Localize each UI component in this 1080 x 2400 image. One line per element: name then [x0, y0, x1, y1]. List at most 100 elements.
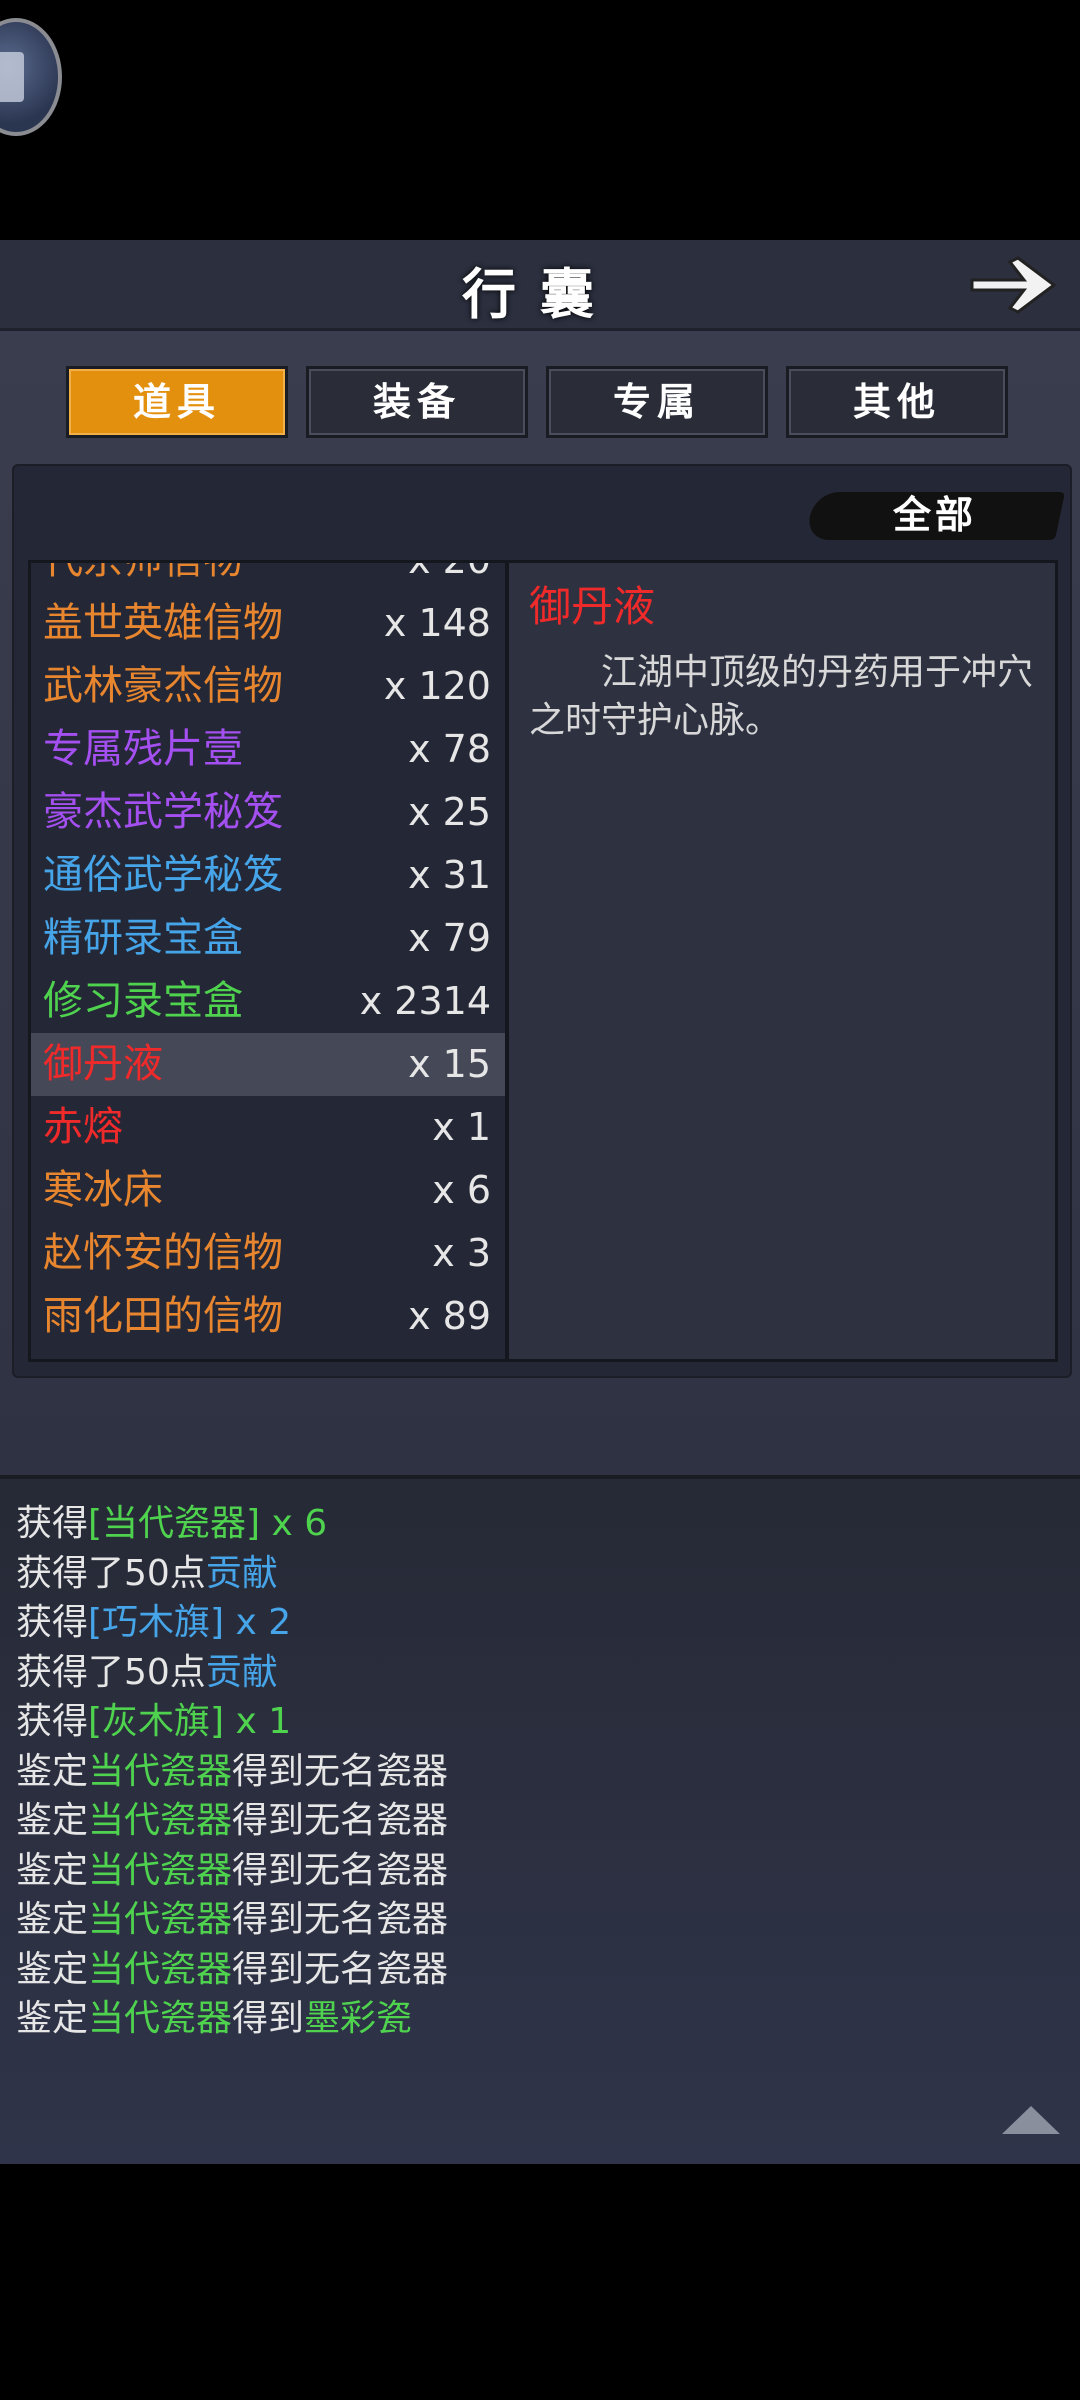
item-name: 精研录宝盒	[43, 915, 243, 961]
log-segment: 当代瓷器	[88, 1899, 233, 1940]
tab-equipment[interactable]: 装备	[306, 366, 528, 438]
player-avatar[interactable]	[0, 18, 62, 136]
log-line: 鉴定当代瓷器得到无名瓷器	[16, 1747, 448, 1797]
tab-exclusive[interactable]: 专属	[546, 366, 768, 438]
item-name: 代宗师信物	[43, 560, 243, 583]
filter-button[interactable]: 全部	[804, 486, 1066, 546]
log-segment: 墨彩瓷	[304, 1998, 413, 2039]
item-quantity: x 120	[383, 664, 491, 708]
title-bar: 行囊	[0, 240, 1080, 331]
list-item[interactable]: 豪杰武学秘笈 x 25	[31, 781, 505, 844]
item-name: 通俗武学秘笈	[43, 852, 283, 898]
log-segment: 得到无名瓷器	[232, 1899, 449, 1940]
log-segment: 当代瓷器	[88, 1948, 233, 1990]
log-segment: [灰木旗] x 1	[88, 1701, 292, 1742]
item-name: 武林豪杰信物	[43, 663, 283, 709]
item-name: 修习录宝盒	[43, 978, 243, 1024]
item-quantity: x 3	[432, 1231, 491, 1275]
log-segment: 得到无名瓷器	[232, 1849, 449, 1891]
item-quantity: x 31	[408, 853, 491, 897]
list-item[interactable]: 专属残片壹 x 78	[31, 718, 505, 781]
item-name: 专属残片壹	[43, 726, 243, 772]
log-segment: 得到	[232, 1998, 305, 2039]
log-segment: 鉴定	[16, 1849, 89, 1891]
log-line: 获得[巧木旗] x 2	[16, 1598, 448, 1648]
log-segment: 鉴定	[16, 1800, 89, 1841]
log-segment: 鉴定	[16, 1998, 89, 2039]
page-title: 行囊	[462, 262, 618, 326]
item-detail-description: 江湖中顶级的丹药用于冲穴之时守护心脉。	[529, 652, 1034, 741]
item-name: 赤熔	[43, 1104, 123, 1150]
log-segment: 当代瓷器	[88, 1750, 233, 1792]
arrow-right-icon[interactable]	[966, 250, 1060, 320]
log-segment: 得到无名瓷器	[232, 1750, 449, 1792]
list-item[interactable]: 精研录宝盒 x 79	[31, 907, 505, 970]
list-item[interactable]: 赤熔 x 1	[31, 1096, 505, 1159]
log-line: 鉴定当代瓷器得到无名瓷器	[16, 1846, 448, 1896]
log-line: 鉴定当代瓷器得到无名瓷器	[16, 1796, 448, 1846]
log-line: 鉴定当代瓷器得到无名瓷器	[16, 1895, 448, 1945]
item-name: 赵怀安的信物	[43, 1230, 283, 1276]
log-segment: [巧木旗] x 2	[88, 1602, 292, 1643]
item-list-content: 代宗师信物 x 20 盖世英雄信物 x 148 武林豪杰信物 x 120 专属残片壹 x 78…	[31, 560, 505, 1348]
inventory-box: 全部 代宗师信物 x 20 盖世英雄信物 x 148 武林豪杰信物 x 120 专属残片壹 x…	[12, 464, 1072, 1378]
item-detail: 御丹液 江湖中顶级的丹药用于冲穴之时守护心脉。	[506, 560, 1058, 1362]
log-segment: 获得	[16, 1602, 89, 1643]
item-list[interactable]: 代宗师信物 x 20 盖世英雄信物 x 148 武林豪杰信物 x 120 专属残片壹 x 78…	[28, 560, 508, 1362]
tab-items[interactable]: 道具	[66, 366, 288, 438]
list-item[interactable]: 通俗武学秘笈 x 31	[31, 844, 505, 907]
log-segment: 鉴定	[16, 1899, 89, 1940]
log-segment: 鉴定	[16, 1750, 89, 1792]
log-line: 获得[灰木旗] x 1	[16, 1697, 448, 1747]
list-item[interactable]: 武林豪杰信物 x 120	[31, 655, 505, 718]
log-segment: 获得	[16, 1503, 89, 1544]
log-segment: 得到无名瓷器	[232, 1800, 449, 1841]
log-line: 鉴定当代瓷器得到墨彩瓷	[16, 1994, 448, 2044]
item-quantity: x 1	[432, 1105, 491, 1149]
log-segment: 鉴定	[16, 1948, 89, 1990]
item-quantity: x 15	[408, 1042, 491, 1086]
log-segment: 贡献	[205, 1552, 278, 1594]
list-item[interactable]: 雨化田的信物 x 89	[31, 1285, 505, 1348]
item-detail-title: 御丹液	[529, 582, 656, 631]
item-quantity: x 89	[408, 1294, 491, 1338]
item-quantity: x 78	[408, 727, 491, 771]
list-item[interactable]: 修习录宝盒 x 2314	[31, 970, 505, 1033]
item-name: 雨化田的信物	[43, 1293, 283, 1339]
item-quantity: x 20	[408, 560, 491, 582]
filter-label: 全部	[892, 492, 977, 537]
item-quantity: x 6	[432, 1168, 491, 1212]
message-log[interactable]: 获得[当代瓷器] x 6 获得了50点贡献 获得[巧木旗] x 2 获得了50点贡献获…	[0, 1475, 1080, 2164]
log-segment: 当代瓷器	[88, 1800, 233, 1841]
tab-other[interactable]: 其他	[786, 366, 1008, 438]
avatar-portrait	[0, 52, 24, 102]
log-line: 获得[当代瓷器] x 6	[16, 1499, 448, 1549]
item-quantity: x 2314	[359, 979, 491, 1023]
log-segment: [当代瓷器] x 6	[88, 1503, 328, 1544]
list-item[interactable]: 代宗师信物 x 20	[31, 560, 505, 592]
log-line: 获得了50点贡献	[16, 1549, 448, 1599]
log-line: 鉴定当代瓷器得到无名瓷器	[16, 1945, 448, 1995]
log-line: 获得了50点贡献	[16, 1648, 448, 1698]
log-lines: 获得[当代瓷器] x 6 获得了50点贡献 获得[巧木旗] x 2 获得了50点贡献获…	[16, 1499, 448, 2044]
item-name: 寒冰床	[43, 1167, 163, 1213]
log-segment: 获得	[16, 1701, 89, 1742]
scroll-up-icon[interactable]	[998, 2102, 1064, 2138]
log-segment: 当代瓷器	[88, 1998, 233, 2039]
list-item[interactable]: 寒冰床 x 6	[31, 1159, 505, 1222]
item-name: 豪杰武学秘笈	[43, 789, 283, 835]
inventory-panel: 行囊 道具 装备 专属 其他 全部 代宗师信物 x 20 盖世英雄信物 x 148 武林…	[0, 240, 1080, 1475]
item-quantity: x 148	[383, 601, 491, 645]
list-item[interactable]: 赵怀安的信物 x 3	[31, 1222, 505, 1285]
log-segment: 当代瓷器	[88, 1849, 233, 1891]
list-item[interactable]: 御丹液 x 15	[31, 1033, 505, 1096]
item-quantity: x 79	[408, 916, 491, 960]
item-name: 御丹液	[43, 1041, 163, 1087]
item-name: 盖世英雄信物	[43, 600, 283, 646]
log-segment: 获得了50点	[16, 1552, 206, 1594]
item-quantity: x 25	[408, 790, 491, 834]
log-segment: 获得了50点	[16, 1651, 206, 1693]
log-segment: 得到无名瓷器	[232, 1948, 449, 1990]
list-item[interactable]: 盖世英雄信物 x 148	[31, 592, 505, 655]
log-segment: 贡献	[205, 1651, 278, 1693]
